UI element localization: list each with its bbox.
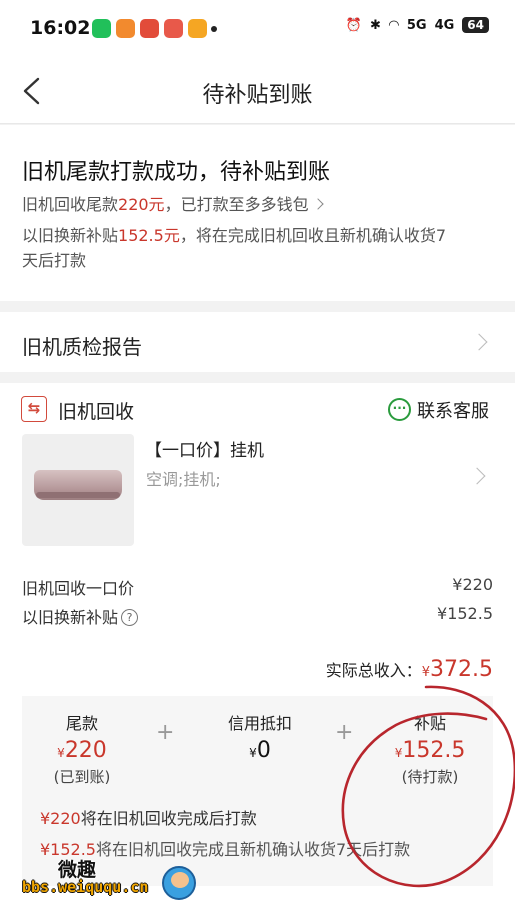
site-watermark: 微趣 bbs.weiququ.cn xyxy=(22,855,222,905)
breakdown-credit: 信用抵扣 ¥0 xyxy=(200,710,320,763)
notification-icons xyxy=(92,19,207,38)
chevron-right-icon[interactable] xyxy=(468,467,486,485)
subsidy-status-line: 以旧换新补贴152.5元，将在完成旧机回收且新机确认收货7 xyxy=(22,222,446,246)
wechat-icon xyxy=(92,19,111,38)
breakdown-subsidy: 补贴 ¥152.5 (待打款) xyxy=(370,710,490,787)
app-notification-icon xyxy=(116,19,135,38)
breakdown-title: 信用抵扣 xyxy=(227,714,292,733)
product-name[interactable]: 【一口价】挂机 xyxy=(145,436,264,461)
breakdown-balance: 尾款 ¥220 (已到账) xyxy=(22,710,142,787)
plus-sign: + xyxy=(335,720,354,745)
inspection-report-row[interactable]: 旧机质检报告 xyxy=(0,312,515,372)
recycle-icon: ⇆ xyxy=(21,396,47,422)
product-image[interactable] xyxy=(22,434,134,546)
price-row-label: 旧机回收一口价 xyxy=(22,579,135,598)
subsidy-label: 以旧换新补贴 xyxy=(22,226,119,245)
total-income: 实际总收入：¥372.5 xyxy=(326,657,493,682)
inspection-report-label: 旧机质检报告 xyxy=(22,335,142,359)
battery-indicator: 64 xyxy=(462,17,489,33)
product-spec: 空调;挂机; xyxy=(146,470,221,489)
more-notifications-dot xyxy=(211,26,217,32)
total-income-label: 实际总收入： xyxy=(325,661,422,680)
breakdown-amount: 152.5 xyxy=(402,738,466,763)
subsidy-row-label: 以旧换新补贴? xyxy=(22,604,139,628)
price-row-value: ¥220 xyxy=(452,575,493,594)
signal-5g: 5G xyxy=(406,17,427,33)
mall-notification-icon xyxy=(164,19,183,38)
status-title: 旧机尾款打款成功，待补贴到账 xyxy=(22,160,331,185)
status-summary-card: 旧机尾款打款成功，待补贴到账 旧机回收尾款220元，已打款至多多钱包 以旧换新补… xyxy=(0,125,515,301)
mascot-icon xyxy=(162,866,196,900)
subsidy-row-text: 以旧换新补贴 xyxy=(22,608,119,627)
subsidy-condition-cont: 天后打款 xyxy=(22,251,87,270)
payout-amount: 220元 xyxy=(118,195,165,214)
nav-bar: 待补贴到账 xyxy=(0,58,515,124)
note-amount: ¥220 xyxy=(40,809,81,828)
subsidy-condition: ，将在完成旧机回收且新机确认收货7 xyxy=(179,226,447,245)
status-indicators: ⏰ ✱ ◠ 5G 4G 64 xyxy=(346,17,489,33)
chevron-right-icon xyxy=(470,333,488,351)
total-income-value: 372.5 xyxy=(430,657,493,682)
note-text: 将在旧机回收完成后打款 xyxy=(80,809,257,828)
bluetooth-icon: ✱ xyxy=(369,17,381,33)
breakdown-status: (待打款) xyxy=(401,768,459,786)
weibo-icon xyxy=(188,19,207,38)
status-time: 16:02 xyxy=(30,17,91,39)
recycle-section-label: 旧机回收 xyxy=(58,401,135,423)
chat-bubble-icon[interactable]: ··· xyxy=(388,398,411,421)
breakdown-title: 尾款 xyxy=(65,714,98,733)
contact-support-button[interactable]: 联系客服 xyxy=(417,397,489,423)
air-conditioner-edge xyxy=(36,492,120,498)
signal-4g: 4G xyxy=(434,17,455,33)
breakdown-amount: 0 xyxy=(256,738,271,763)
payout-status-line[interactable]: 旧机回收尾款220元，已打款至多多钱包 xyxy=(22,191,324,215)
status-bar: 16:02 ⏰ ✱ ◠ 5G 4G 64 xyxy=(0,0,515,58)
payout-destination: ，已打款至多多钱包 xyxy=(164,195,309,214)
subsidy-row-value: ¥152.5 xyxy=(437,604,493,623)
wifi-icon: ◠ xyxy=(388,17,399,33)
plus-sign: + xyxy=(156,720,175,745)
chevron-right-icon xyxy=(312,198,324,210)
breakdown-status: (已到账) xyxy=(53,768,111,786)
page-title: 待补贴到账 xyxy=(202,83,313,108)
recycle-order-card: ⇆ 旧机回收 ··· 联系客服 【一口价】挂机 空调;挂机; 旧机回收一口价 ¥… xyxy=(0,383,515,920)
currency-symbol: ¥ xyxy=(249,746,257,760)
payout-label: 旧机回收尾款 xyxy=(22,195,119,214)
breakdown-amount: 220 xyxy=(64,738,107,763)
alarm-icon: ⏰ xyxy=(345,17,362,33)
help-icon[interactable]: ? xyxy=(121,609,139,626)
payout-note: ¥220将在旧机回收完成后打款 xyxy=(40,805,257,829)
shop-notification-icon xyxy=(140,19,159,38)
watermark-url: bbs.weiququ.cn xyxy=(22,878,149,896)
total-currency: ¥ xyxy=(421,665,431,680)
breakdown-value: ¥0 xyxy=(200,738,320,763)
breakdown-value: ¥220 xyxy=(22,738,142,763)
subsidy-amount: 152.5元 xyxy=(118,226,180,245)
currency-symbol: ¥ xyxy=(57,746,65,760)
breakdown-value: ¥152.5 xyxy=(370,738,490,763)
breakdown-title: 补贴 xyxy=(413,714,446,733)
